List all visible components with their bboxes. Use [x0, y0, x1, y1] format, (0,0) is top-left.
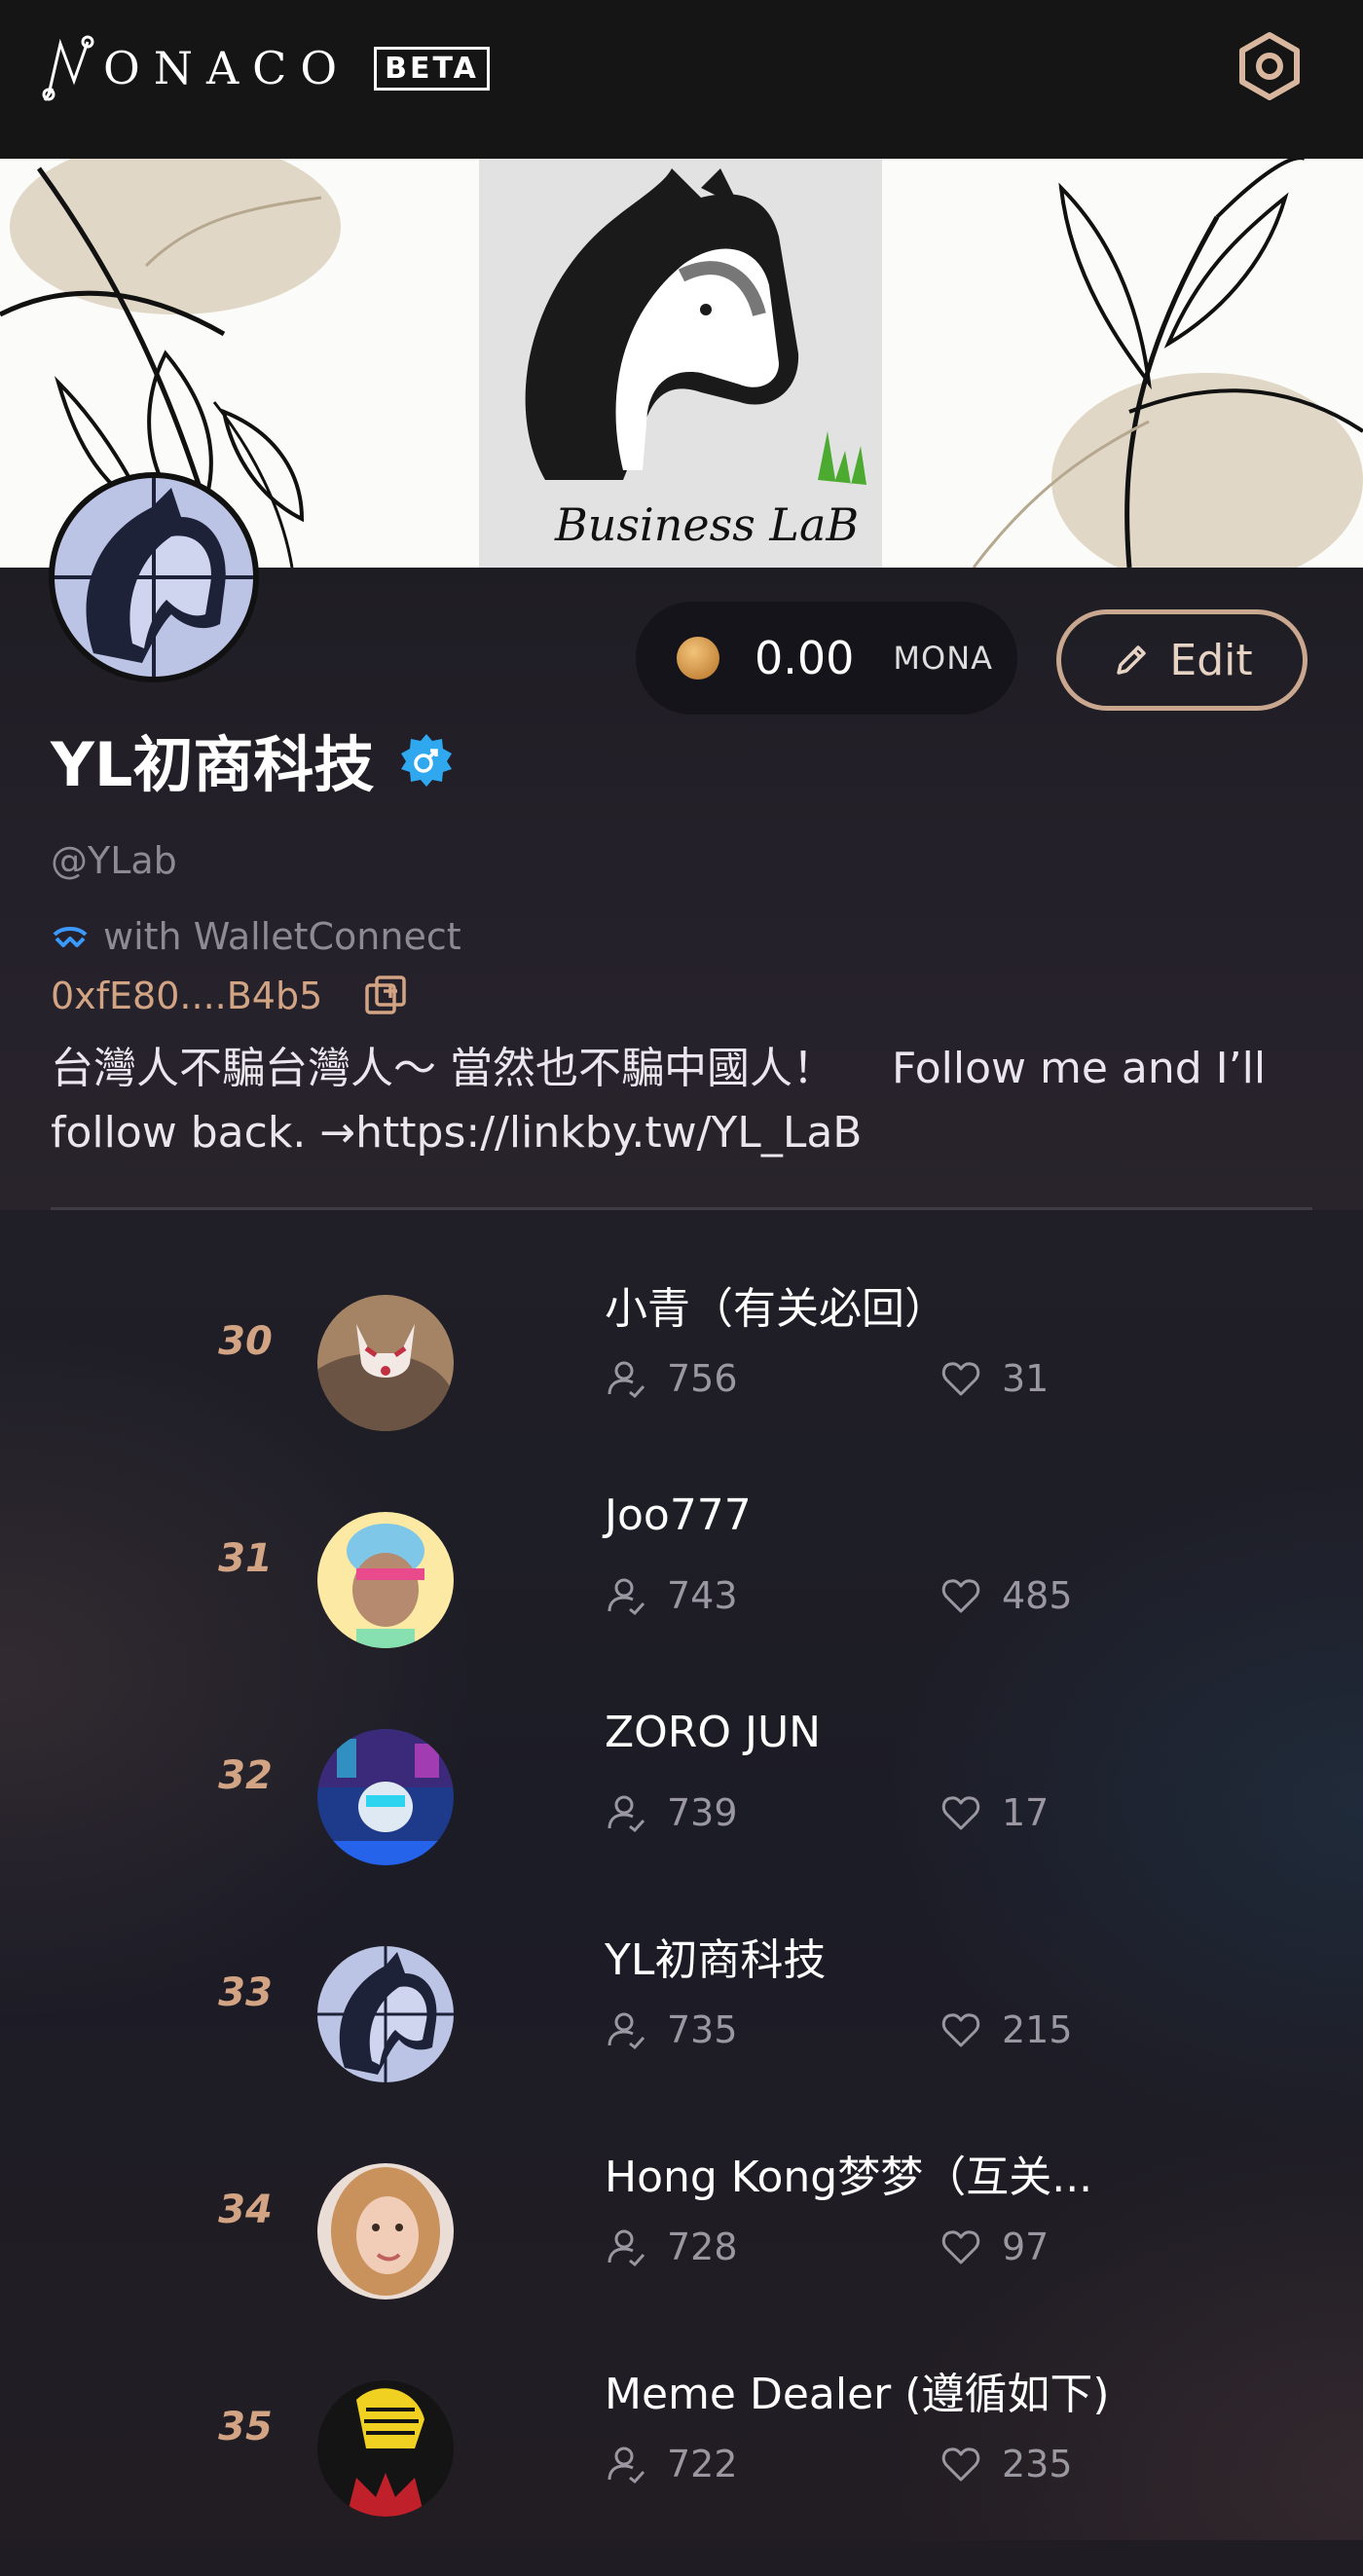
- user-check-icon: [608, 1578, 645, 1616]
- meme-character-avatar-image: [317, 2380, 454, 2517]
- likes-value: 31: [1002, 1357, 1050, 1400]
- user-avatar[interactable]: [317, 2163, 454, 2300]
- user-name[interactable]: Joo777: [605, 1490, 752, 1540]
- wallet-address-text: 0xfE80....B4b5: [51, 975, 323, 1017]
- banner-brand-text: Business LaB: [554, 498, 859, 551]
- horse-avatar-image: [317, 1946, 454, 2082]
- rank-number: 30: [218, 1319, 273, 1364]
- heart-icon: [941, 2230, 980, 2264]
- likes-count: 17: [939, 1791, 1049, 1834]
- list-item[interactable]: 30 小青（有关必回） 756 31: [0, 1273, 1363, 1490]
- mona-balance-value: 0.00: [755, 632, 855, 684]
- likes-count: 97: [939, 2226, 1049, 2268]
- list-item[interactable]: 31 Joo777 743 485: [0, 1490, 1363, 1708]
- followers-count: 756: [605, 1357, 738, 1400]
- likes-count: 485: [939, 1574, 1073, 1617]
- followers-count: 728: [605, 2226, 738, 2268]
- walletconnect-icon: [53, 927, 88, 947]
- mona-coin-icon: [677, 637, 719, 680]
- user-avatar[interactable]: [317, 1946, 454, 2082]
- list-item[interactable]: 32 ZORO JUN 739 17: [0, 1708, 1363, 1925]
- beta-badge: BETA: [374, 46, 490, 91]
- user-name[interactable]: 小青（有关必回）: [605, 1273, 947, 1336]
- user-name[interactable]: Hong Kong梦梦（互关...: [605, 2142, 1092, 2204]
- likes-value: 235: [1002, 2443, 1073, 2485]
- followers-value: 735: [667, 2008, 738, 2051]
- monaco-logo[interactable]: ONACO BETA: [39, 29, 490, 107]
- rank-number: 34: [218, 2188, 273, 2232]
- heart-icon: [941, 2447, 980, 2482]
- profile-name: YL初商科技: [51, 716, 454, 803]
- wallet-address: 0xfE80....B4b5: [51, 974, 408, 1018]
- pencil-icon: [1117, 645, 1147, 675]
- followers-value: 722: [667, 2443, 738, 2485]
- followers-value: 743: [667, 1574, 738, 1617]
- followers-value: 756: [667, 1357, 738, 1400]
- logo-text: ONACO: [103, 42, 351, 94]
- user-check-icon: [608, 2012, 645, 2050]
- likes-value: 97: [1002, 2226, 1050, 2268]
- heart-icon: [941, 1796, 980, 1830]
- list-item[interactable]: 33 YL初商科技 735 215: [0, 1925, 1363, 2142]
- ranking-list: 30 小青（有关必回） 756 31 31 Joo777 743 485 32 …: [0, 1210, 1363, 2540]
- horse-avatar-image: [55, 478, 253, 677]
- user-name[interactable]: YL初商科技: [605, 1925, 826, 1987]
- list-item[interactable]: 35 Meme Dealer (遵循如下) 722 235: [0, 2359, 1363, 2576]
- profile-avatar[interactable]: [49, 472, 259, 682]
- user-name[interactable]: ZORO JUN: [605, 1708, 821, 1757]
- likes-value: 485: [1002, 1574, 1073, 1617]
- user-name[interactable]: Meme Dealer (遵循如下): [605, 2359, 1110, 2421]
- followers-count: 739: [605, 1791, 738, 1834]
- rank-number: 35: [218, 2405, 273, 2449]
- settings-hexagon-icon[interactable]: [1234, 31, 1305, 101]
- followers-count: 743: [605, 1574, 738, 1617]
- heart-icon: [941, 1579, 980, 1613]
- user-check-icon: [608, 2229, 645, 2267]
- followers-count: 722: [605, 2443, 738, 2485]
- rank-number: 32: [218, 1753, 273, 1798]
- user-avatar[interactable]: [317, 1729, 454, 1865]
- mona-unit-label: MONA: [893, 640, 994, 677]
- edit-profile-button[interactable]: Edit: [1056, 609, 1308, 711]
- fox-mask-avatar-image: [317, 1295, 454, 1431]
- portrait-avatar-image: [317, 2163, 454, 2300]
- list-item[interactable]: 34 Hong Kong梦梦（互关... 728 97: [0, 2142, 1363, 2359]
- user-avatar[interactable]: [317, 2380, 454, 2517]
- heart-icon: [941, 1362, 980, 1396]
- rank-number: 31: [218, 1536, 273, 1581]
- profile-name-text: YL初商科技: [51, 729, 375, 800]
- top-bar: ONACO BETA: [0, 0, 1363, 159]
- profile-handle: @YLab: [51, 839, 177, 882]
- user-check-icon: [608, 1361, 645, 1399]
- user-avatar[interactable]: [317, 1295, 454, 1431]
- wallet-provider: with WalletConnect: [51, 915, 461, 958]
- followers-value: 728: [667, 2226, 738, 2268]
- likes-count: 235: [939, 2443, 1073, 2485]
- mona-balance-pill[interactable]: 0.00 MONA: [636, 602, 1017, 715]
- likes-value: 17: [1002, 1791, 1050, 1834]
- likes-count: 215: [939, 2008, 1073, 2051]
- likes-count: 31: [939, 1357, 1049, 1400]
- followers-count: 735: [605, 2008, 738, 2051]
- user-check-icon: [608, 1795, 645, 1833]
- rank-number: 33: [218, 1970, 273, 2015]
- logo-m-icon: [42, 35, 94, 101]
- likes-value: 215: [1002, 2008, 1073, 2051]
- cartoon-ape-avatar-image: [317, 1512, 454, 1648]
- user-avatar[interactable]: [317, 1512, 454, 1648]
- copy-icon[interactable]: [363, 974, 408, 1018]
- followers-value: 739: [667, 1791, 738, 1834]
- user-check-icon: [608, 2447, 645, 2484]
- heart-icon: [941, 2013, 980, 2047]
- cyber-cat-avatar-image: [317, 1729, 454, 1865]
- verified-male-badge-icon: [401, 734, 453, 787]
- profile-bio: 台灣人不騙台灣人～ 當然也不騙中國人！ Follow me and I’ll f…: [51, 1044, 1267, 1158]
- edit-button-label: Edit: [1169, 635, 1253, 685]
- wallet-provider-text: with WalletConnect: [103, 915, 461, 958]
